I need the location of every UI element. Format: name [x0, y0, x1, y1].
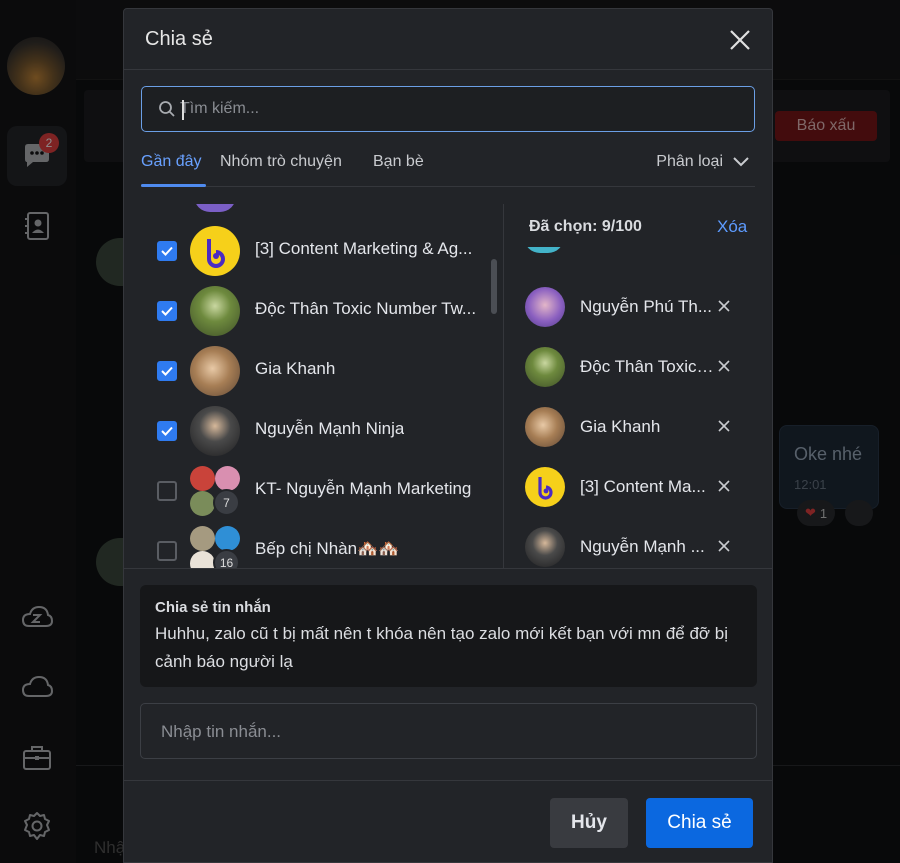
avatar: [525, 287, 565, 327]
check-icon: [161, 246, 173, 256]
contact-name: Bếp chị Nhàn🏘️🏘️: [255, 539, 400, 558]
share-dialog: Chia sẻ Gần đây Nhóm trò chuyện Bạn bè P…: [123, 8, 773, 863]
cancel-button[interactable]: Hủy: [550, 798, 628, 848]
contact-row[interactable]: 7 KT- Nguyễn Mạnh Marketing: [124, 461, 503, 521]
contact-row[interactable]: 16 Bếp chị Nhàn🏘️🏘️: [124, 521, 503, 568]
dialog-title: Chia sẻ: [145, 28, 213, 50]
contact-list[interactable]: [3] Content Marketing & Ag... Độc Thân T…: [124, 204, 503, 568]
message-input[interactable]: [161, 720, 731, 744]
member-count: 7: [213, 489, 240, 516]
checkbox[interactable]: [157, 361, 177, 381]
list-scrollbar[interactable]: [491, 259, 497, 314]
shared-message-preview: Chia sẻ tin nhắn Huhhu, zalo cũ t bị mất…: [140, 585, 757, 687]
contact-row[interactable]: Gia Khanh: [124, 341, 503, 401]
share-button[interactable]: Chia sẻ: [646, 798, 753, 848]
divider: [124, 568, 772, 569]
avatar: [215, 466, 240, 491]
contact-row[interactable]: [3] Content Marketing & Ag...: [124, 221, 503, 281]
group-avatar: 16: [190, 526, 240, 568]
avatar: [190, 466, 215, 491]
clear-selection-button[interactable]: Xóa: [717, 217, 747, 237]
checkbox[interactable]: [157, 421, 177, 441]
group-avatar: 7: [190, 466, 240, 516]
active-tab-indicator: [141, 184, 206, 187]
checkbox[interactable]: [157, 541, 177, 561]
avatar: [525, 407, 565, 447]
avatar: [190, 226, 240, 276]
check-icon: [161, 426, 173, 436]
selected-name: Nguyễn Mạnh ...: [580, 537, 705, 556]
preview-title: Chia sẻ tin nhắn: [155, 599, 271, 616]
close-icon[interactable]: [726, 26, 754, 54]
remove-icon[interactable]: [716, 298, 732, 314]
remove-icon[interactable]: [716, 418, 732, 434]
selected-name: Độc Thân Toxic ...: [580, 357, 715, 376]
checkbox[interactable]: [157, 301, 177, 321]
member-count: 16: [213, 549, 240, 568]
search-box[interactable]: [141, 86, 755, 132]
divider: [124, 780, 772, 781]
sort-dropdown[interactable]: Phân loại: [656, 153, 749, 171]
message-field[interactable]: [140, 703, 757, 759]
avatar: [190, 286, 240, 336]
check-icon: [161, 366, 173, 376]
checkbox[interactable]: [157, 241, 177, 261]
chevron-down-icon: [733, 157, 749, 167]
remove-icon[interactable]: [716, 358, 732, 374]
selected-item: Độc Thân Toxic ...: [504, 337, 773, 397]
contact-name: Gia Khanh: [255, 359, 336, 378]
contact-name: KT- Nguyễn Mạnh Marketing: [255, 479, 472, 498]
avatar: [524, 247, 564, 253]
avatar: [190, 526, 215, 551]
selected-item: Nguyễn Mạnh ...: [504, 517, 773, 568]
selected-name: Nguyễn Phú Th...: [580, 297, 712, 316]
contact-row[interactable]: Nguyễn Mạnh Ninja: [124, 401, 503, 461]
avatar: [190, 551, 215, 568]
avatar: [525, 467, 565, 507]
check-icon: [161, 306, 173, 316]
selected-item: Nguyễn Phú Th...: [504, 277, 773, 337]
preview-text: Huhhu, zalo cũ t bị mất nên t khóa nên t…: [155, 624, 729, 671]
search-input[interactable]: [180, 95, 740, 123]
avatar: [194, 204, 236, 212]
remove-icon[interactable]: [716, 478, 732, 494]
avatar: [525, 347, 565, 387]
contact-row[interactable]: Độc Thân Toxic Number Tw...: [124, 281, 503, 341]
selected-list[interactable]: Nguyễn Phú Th... Độc Thân Toxic ... Gia …: [504, 247, 773, 568]
selected-name: Gia Khanh: [580, 417, 661, 436]
avatar: [215, 526, 240, 551]
search-icon: [159, 101, 175, 117]
remove-icon[interactable]: [716, 538, 732, 554]
filter-tabs: Gần đây Nhóm trò chuyện Bạn bè Phân loại: [141, 147, 755, 187]
contact-name: Độc Thân Toxic Number Tw...: [255, 299, 477, 318]
selected-item: [3] Content Ma...: [504, 457, 773, 517]
contact-name: Nguyễn Mạnh Ninja: [255, 419, 405, 438]
avatar: [190, 346, 240, 396]
content-marketing-logo: [538, 477, 553, 500]
text-caret: [182, 100, 184, 120]
avatar: [190, 491, 215, 516]
selected-item: Gia Khanh: [504, 397, 773, 457]
sort-label: Phân loại: [656, 153, 723, 170]
checkbox[interactable]: [157, 481, 177, 501]
avatar: [190, 406, 240, 456]
selected-count: Đã chọn: 9/100: [529, 218, 642, 235]
contact-name: [3] Content Marketing & Ag...: [255, 239, 473, 258]
selected-name: [3] Content Ma...: [580, 477, 706, 496]
tab-recent[interactable]: Gần đây: [141, 153, 201, 171]
content-marketing-logo: [207, 239, 225, 268]
dialog-header: Chia sẻ: [124, 9, 772, 70]
tab-groups[interactable]: Nhóm trò chuyện: [220, 153, 342, 171]
tab-friends[interactable]: Bạn bè: [373, 153, 424, 171]
avatar: [525, 527, 565, 567]
